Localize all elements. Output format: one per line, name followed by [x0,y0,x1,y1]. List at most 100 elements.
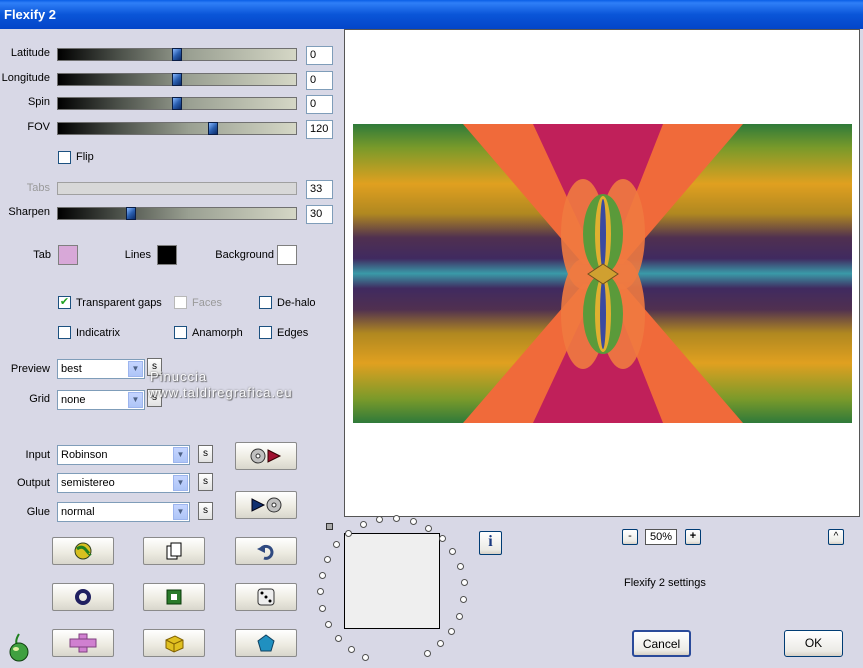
tabs-label: Tabs [26,182,50,194]
latitude-slider[interactable] [57,48,297,61]
cube-button[interactable] [143,629,205,657]
fov-slider-thumb[interactable] [208,122,218,135]
input-select[interactable]: Robinson ▼ [57,445,190,465]
fov-input[interactable]: 120 [306,120,333,139]
preview-panel[interactable] [344,29,860,517]
navigator-dot[interactable] [348,646,355,653]
navigator-dot[interactable] [448,628,455,635]
output-select[interactable]: semistereo ▼ [57,473,190,493]
glue-select[interactable]: normal ▼ [57,502,190,522]
copy-button[interactable] [143,537,205,565]
sharpen-label: Sharpen [8,206,50,218]
copy-icon [166,542,182,560]
input-to-output-button[interactable] [235,442,297,470]
background-color-swatch[interactable] [277,245,297,265]
cd-arrow-icon [250,448,282,464]
sharpen-input[interactable]: 30 [306,205,333,224]
undo-button[interactable] [235,537,297,565]
flaming-pear-icon [6,632,32,665]
navigator-dot[interactable] [425,525,432,532]
output-s-button[interactable]: s [198,473,213,491]
sharpen-slider[interactable] [57,207,297,220]
chevron-down-icon[interactable]: ▼ [128,392,143,408]
navigator-dot[interactable] [324,556,331,563]
chevron-down-icon[interactable]: ▼ [173,447,188,463]
longitude-slider-thumb[interactable] [172,73,182,86]
navigator-dot[interactable] [424,650,431,657]
anamorph-checkbox[interactable] [174,326,187,339]
ring-icon [75,589,91,605]
longitude-slider[interactable] [57,73,297,86]
grid-select[interactable]: none ▼ [57,390,145,410]
fov-label: FOV [27,121,50,133]
navigator-dot[interactable] [393,515,400,522]
cross-icon [69,633,97,653]
longitude-input[interactable]: 0 [306,71,333,90]
preview-select-value: best [61,363,82,375]
pentagon-button[interactable] [235,629,297,657]
navigator-dot[interactable] [362,654,369,661]
spin-input[interactable]: 0 [306,95,333,114]
fov-slider[interactable] [57,122,297,135]
zoom-out-button[interactable]: - [622,529,638,545]
navigator-dot[interactable] [319,605,326,612]
navigator-dot[interactable] [456,613,463,620]
cross-button[interactable] [52,629,114,657]
lines-color-swatch[interactable] [157,245,177,265]
dice-icon [257,588,275,606]
navigator-dot[interactable] [460,596,467,603]
glue-s-button[interactable]: s [198,502,213,520]
square-button[interactable] [143,583,205,611]
output-to-input-button[interactable] [235,491,297,519]
sharpen-slider-thumb[interactable] [126,207,136,220]
navigator-dot[interactable] [335,635,342,642]
pentagon-icon [257,634,275,652]
input-s-button[interactable]: s [198,445,213,463]
chevron-down-icon[interactable]: ▼ [173,504,188,520]
input-select-value: Robinson [61,449,108,461]
preview-select[interactable]: best ▼ [57,359,145,379]
zoom-in-button[interactable]: + [685,529,701,545]
navigator-dot[interactable] [376,516,383,523]
navigator-dot[interactable] [325,621,332,628]
navigator-dot[interactable] [360,521,367,528]
navigator-dot[interactable] [461,579,468,586]
ok-button[interactable]: OK [784,630,843,657]
longitude-label: Longitude [1,72,50,84]
transparent-gaps-checkbox[interactable]: ✔ [58,296,71,309]
navigator-dot[interactable] [437,640,444,647]
watermark-line2: www.taldiregrafica.eu [148,385,293,400]
navigator-dot[interactable] [345,530,352,537]
spin-slider-thumb[interactable] [172,97,182,110]
info-button[interactable]: i [479,531,502,555]
navigator-dot[interactable] [317,588,324,595]
collapse-button[interactable]: ^ [828,529,844,545]
latitude-input[interactable]: 0 [306,46,333,65]
navigator-dot[interactable] [457,563,464,570]
indicatrix-checkbox[interactable] [58,326,71,339]
navigator-dot[interactable] [410,518,417,525]
navigator-dot[interactable] [319,572,326,579]
tab-color-swatch[interactable] [58,245,78,265]
de-halo-checkbox[interactable] [259,296,272,309]
flip-checkbox[interactable] [58,151,71,164]
faces-checkbox[interactable] [174,296,187,309]
navigator-dot[interactable] [439,535,446,542]
navigator-dot[interactable] [449,548,456,555]
spin-slider[interactable] [57,97,297,110]
arrow-cd-icon [251,497,282,513]
chevron-down-icon[interactable]: ▼ [173,475,188,491]
globe-button[interactable] [52,537,114,565]
ring-button[interactable] [52,583,114,611]
navigator-handle[interactable] [326,523,333,530]
navigator-thumbnail[interactable] [344,533,440,629]
cancel-button[interactable]: Cancel [632,630,691,657]
navigator-dot[interactable] [333,541,340,548]
latitude-slider-thumb[interactable] [172,48,182,61]
title-bar: Flexify 2 [0,0,863,29]
dice-button[interactable] [235,583,297,611]
tabs-input[interactable]: 33 [306,180,333,199]
edges-checkbox[interactable] [259,326,272,339]
chevron-down-icon[interactable]: ▼ [128,361,143,377]
anamorph-label: Anamorph [192,327,243,339]
